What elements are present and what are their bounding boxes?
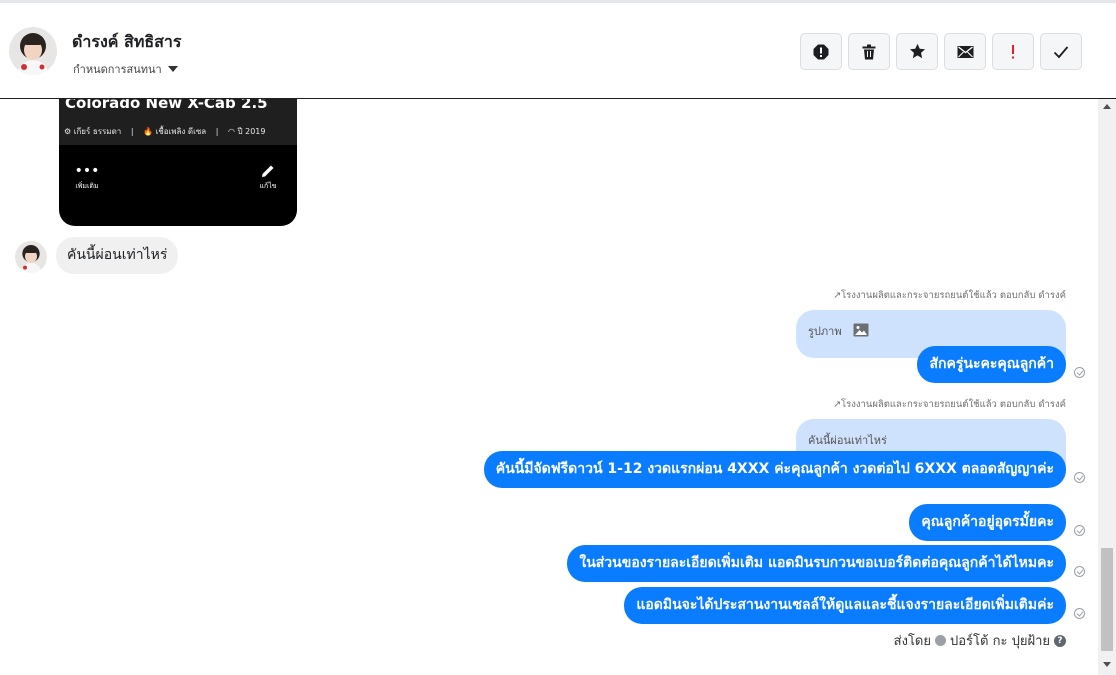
exclamation-icon [1012, 44, 1014, 58]
mark-done-button[interactable] [1040, 33, 1082, 70]
meta-gear: ⚙ เกียร์ ธรรมดา [64, 127, 122, 136]
card-more-button[interactable]: ••• เพิ่มเติม [62, 161, 112, 192]
delivered-check-icon [1074, 525, 1085, 536]
contact-name[interactable]: ดำรงค์ สิทธิสาร [72, 30, 181, 55]
message-thread[interactable]: Colorado New X-Cab 2.5 ⚙ เกียร์ ธรรมดา |… [0, 99, 1098, 675]
delivered-check-icon [1074, 566, 1085, 577]
star-icon [909, 43, 925, 59]
checkmark-icon [1053, 45, 1069, 58]
pencil-icon [243, 161, 293, 181]
meta-year: ◠ ปี 2019 [227, 127, 266, 136]
star-button[interactable] [896, 33, 938, 70]
spam-icon [813, 44, 829, 59]
sent-by-line: ส่งโดย ปอร์โต้ กะ ปุยฝ้าย ? [894, 630, 1066, 651]
outgoing-message[interactable]: คุณลูกค้าอยู่อุดรมั้ยคะ [909, 504, 1066, 541]
assign-conversation-dropdown[interactable]: กำหนดการสนทนา [73, 60, 178, 78]
reply-note: ↗โรงงานผลิตและกระจายรถยนต์ใช้แล้ว ตอบกลั… [833, 290, 1066, 301]
conversation-header: ดำรงค์ สิทธิสาร กำหนดการสนทนา [0, 0, 1116, 99]
contact-avatar[interactable] [9, 27, 57, 75]
trash-icon [862, 44, 876, 59]
envelope-icon [957, 45, 973, 58]
delete-button[interactable] [848, 33, 890, 70]
more-dots-icon: ••• [74, 163, 100, 179]
image-icon [853, 323, 869, 337]
vehicle-card[interactable]: Colorado New X-Cab 2.5 ⚙ เกียร์ ธรรมดา |… [59, 99, 297, 226]
outgoing-message[interactable]: แอดมินจะได้ประสานงานเซลล์ให้ดูแลและชี้แจ… [624, 587, 1066, 624]
delivered-check-icon [1074, 472, 1085, 483]
mark-spam-button[interactable] [800, 33, 842, 70]
reply-note: ↗โรงงานผลิตและกระจายรถยนต์ใช้แล้ว ตอบกลั… [833, 399, 1066, 410]
quoted-text: คันนี้ผ่อนเท่าไหร่ [808, 434, 887, 447]
outgoing-message[interactable]: คันนี้มีจัดฟรีดาวน์ 1-12 งวดแรกผ่อน 4XXX… [483, 451, 1066, 488]
scrollbar[interactable] [1098, 99, 1116, 675]
vehicle-card-title: Colorado New X-Cab 2.5 [65, 99, 268, 112]
card-edit-label: แก้ไข [259, 182, 277, 190]
help-icon[interactable]: ? [1054, 634, 1066, 647]
sent-by-label: ส่งโดย [893, 634, 931, 649]
quoted-text: รูปภาพ [808, 325, 842, 338]
mark-unread-button[interactable] [944, 33, 986, 70]
card-edit-button[interactable]: แก้ไข [243, 161, 293, 192]
incoming-message[interactable]: คันนี้ผ่อนเท่าไหร่ [56, 237, 179, 274]
sent-check-icon [935, 635, 946, 646]
vehicle-card-header: Colorado New X-Cab 2.5 ⚙ เกียร์ ธรรมดา |… [59, 99, 297, 145]
scrollbar-thumb[interactable] [1101, 548, 1113, 651]
delivered-check-icon [1074, 608, 1085, 619]
assign-label: กำหนดการสนทนา [73, 63, 162, 76]
follow-up-button[interactable] [992, 33, 1034, 70]
meta-fuel: 🔥 เชื้อเพลิง ดีเซล [143, 127, 207, 136]
card-more-label: เพิ่มเติม [75, 182, 99, 190]
sender-name[interactable]: ปอร์โต้ กะ ปุยฝ้าย [950, 630, 1050, 651]
outgoing-message[interactable]: สักครู่นะคะคุณลูกค้า [917, 346, 1066, 383]
outgoing-message[interactable]: ในส่วนของรายละเอียดเพิ่มเติม แอดมินรบกวน… [567, 545, 1066, 582]
header-actions [800, 33, 1082, 70]
caret-down-icon [167, 66, 178, 72]
vehicle-card-meta: ⚙ เกียร์ ธรรมดา | 🔥 เชื้อเพลิง ดีเซล | ◠… [64, 127, 266, 136]
scroll-down-arrow-icon[interactable] [1103, 662, 1111, 667]
delivered-check-icon [1074, 367, 1085, 378]
sender-avatar [15, 241, 47, 273]
scroll-up-arrow-icon[interactable] [1103, 104, 1111, 109]
